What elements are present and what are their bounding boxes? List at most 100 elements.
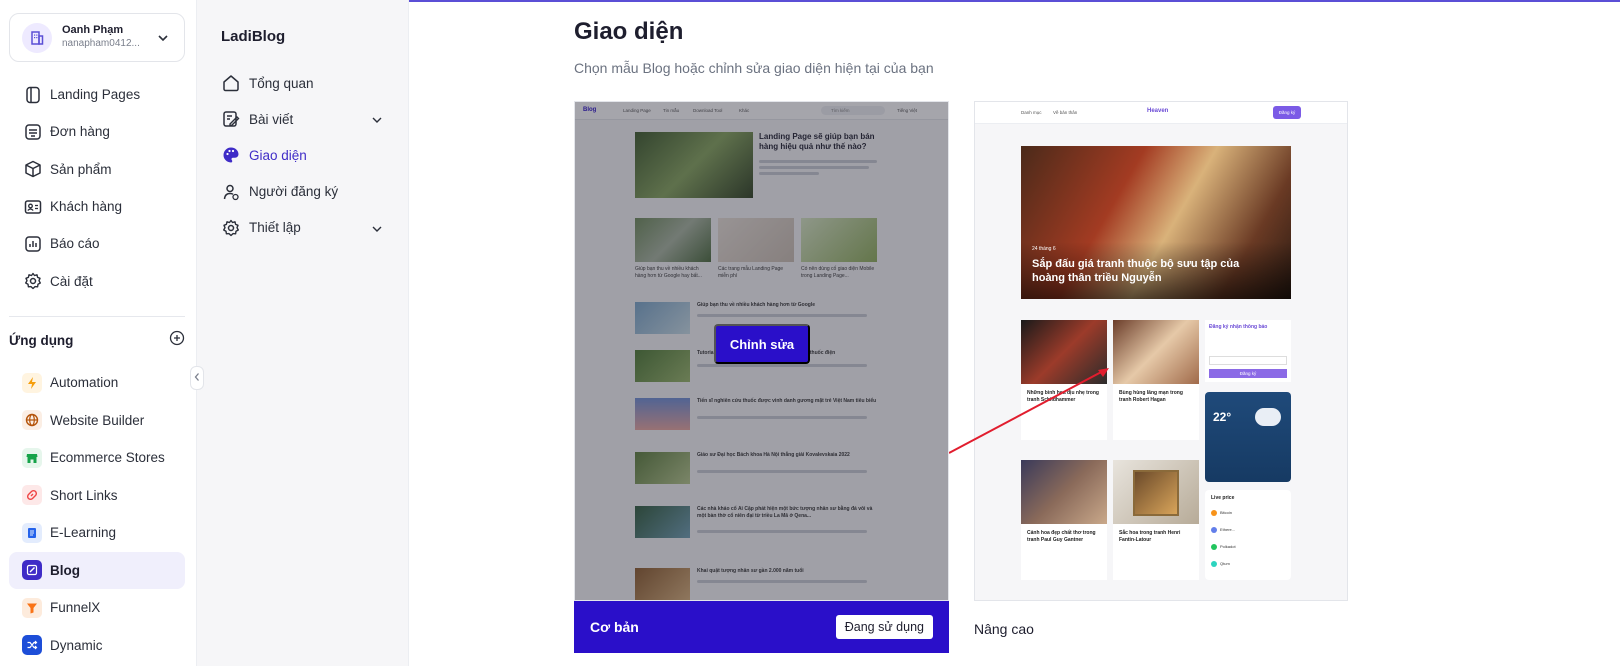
nav-item-landing-pages[interactable]: Landing Pages	[9, 76, 185, 113]
mock-brand: Heaven	[1147, 108, 1169, 114]
store-icon	[22, 447, 42, 468]
theme-page: Giao diện Chọn mẫu Blog hoặc chỉnh sửa g…	[409, 0, 1620, 666]
account-email: nanapham0412...	[62, 38, 140, 50]
app-label: Short Links	[50, 487, 118, 503]
theme-name: Cơ bản	[590, 619, 639, 635]
apps-heading: Ứng dụng	[9, 333, 74, 348]
collapse-sidebar-button[interactable]	[190, 366, 204, 390]
apps-header: Ứng dụng	[9, 330, 185, 351]
subnav-item-subscribers[interactable]: Người đăng ký	[221, 174, 391, 210]
theme-preview-basic[interactable]: Blog Landing Page Tin mẫu Download Tool …	[574, 101, 949, 601]
page-title: Giao diện	[574, 18, 684, 45]
funnel-icon	[22, 597, 42, 618]
user-subscribe-icon	[221, 182, 241, 202]
nav-label: Landing Pages	[50, 87, 141, 103]
mock-post-title: Cảnh hoa đẹp chất thơ trong tranh Paul G…	[1027, 530, 1096, 543]
blog-sidebar-title: LadiBlog	[221, 28, 286, 45]
order-icon	[22, 121, 44, 143]
nav-item-orders[interactable]: Đơn hàng	[9, 113, 185, 150]
app-item-e-learning[interactable]: E-Learning	[9, 514, 185, 552]
subnav-item-theme[interactable]: Giao diện	[221, 137, 391, 173]
mock-post-title: Sắc hoa trong tranh Henri Fantin-Latour	[1119, 530, 1181, 543]
nav-label: Cài đặt	[50, 273, 93, 289]
theme-name: Nâng cao	[974, 621, 1034, 637]
globe-icon	[22, 410, 42, 431]
mock-nav-item: Về bản thân	[1053, 110, 1078, 115]
mock-cta: Đăng ký	[1273, 106, 1301, 119]
chevron-down-icon[interactable]	[371, 113, 383, 131]
book-icon	[22, 522, 42, 543]
mock-hero-title: Sắp đấu giá tranh thuộc bộ sưu tập của h…	[1032, 258, 1240, 284]
palette-icon	[221, 145, 241, 165]
app-label: E-Learning	[50, 525, 117, 541]
add-app-icon[interactable]	[169, 330, 185, 351]
subnav-label: Thiết lập	[249, 220, 301, 236]
subnav-item-settings[interactable]: Thiết lập	[221, 210, 391, 246]
app-item-website-builder[interactable]: Website Builder	[9, 402, 185, 440]
nav-item-customers[interactable]: Khách hàng	[9, 188, 185, 225]
app-label: Website Builder	[50, 412, 145, 428]
chevron-left-icon	[193, 369, 201, 387]
main-nav: Landing Pages Đơn hàng Sản phẩm Khách hà…	[9, 76, 185, 300]
app-item-ecommerce-stores[interactable]: Ecommerce Stores	[9, 439, 185, 477]
app-label: Blog	[50, 562, 80, 578]
subnav-label: Người đăng ký	[249, 184, 339, 200]
page-subtitle: Chọn mẫu Blog hoặc chỉnh sửa giao diện h…	[574, 60, 934, 76]
nav-item-products[interactable]: Sản phẩm	[9, 151, 185, 188]
mock-live-price: Live price	[1211, 495, 1235, 501]
mock-nav-item: Danh mục	[1021, 110, 1042, 115]
nav-label: Khách hàng	[50, 199, 123, 215]
nav-item-reports[interactable]: Báo cáo	[9, 225, 185, 262]
box-icon	[22, 158, 44, 180]
nav-label: Đơn hàng	[50, 124, 110, 140]
theme-preview-advanced[interactable]: Danh mục Về bản thân Heaven Đăng ký 24 t…	[974, 101, 1348, 601]
shuffle-icon	[22, 635, 42, 656]
subnav-item-posts[interactable]: Bài viết	[221, 101, 391, 137]
app-sidebar: Oanh Phạm nanapham0412... Landing Pages …	[0, 0, 197, 666]
mock-post-title: Bùng hùng lãng mạn trong tranh Robert Ha…	[1119, 390, 1183, 403]
edit-note-icon	[221, 109, 241, 129]
app-item-funnelx[interactable]: FunnelX	[9, 589, 185, 627]
subnav-item-overview[interactable]: Tổng quan	[221, 65, 391, 101]
theme-card-basic[interactable]: Blog Landing Page Tin mẫu Download Tool …	[574, 101, 949, 653]
app-label: Automation	[50, 375, 119, 391]
blog-icon	[22, 560, 42, 581]
mock-coin: Ethere...	[1220, 527, 1236, 532]
in-use-badge: Đang sử dụng	[835, 615, 933, 639]
mock-coin: Polkadot	[1220, 544, 1236, 549]
app-label: FunnelX	[50, 600, 101, 616]
home-icon	[221, 73, 241, 93]
subnav-label: Bài viết	[249, 111, 294, 127]
nav-label: Báo cáo	[50, 236, 100, 252]
theme-card-footer: Cơ bản Đang sử dụng	[574, 601, 949, 653]
nav-label: Sản phẩm	[50, 161, 112, 177]
app-label: Dynamic	[50, 637, 103, 653]
subnav-label: Tổng quan	[249, 75, 314, 91]
edit-theme-button[interactable]: Chỉnh sửa	[714, 324, 810, 364]
mock-coin: Bitcoin	[1220, 510, 1233, 515]
chevron-down-icon[interactable]	[371, 222, 383, 240]
account-switcher[interactable]: Oanh Phạm nanapham0412...	[9, 13, 185, 62]
app-item-automation[interactable]: Automation	[9, 364, 185, 402]
app-item-short-links[interactable]: Short Links	[9, 477, 185, 515]
chevron-down-icon	[156, 31, 170, 50]
report-icon	[22, 233, 44, 255]
pages-icon	[22, 84, 44, 106]
bolt-icon	[22, 372, 42, 393]
app-item-blog[interactable]: Blog	[9, 551, 185, 589]
nav-item-settings[interactable]: Cài đặt	[9, 262, 185, 299]
mock-subscribe-title: Đăng ký nhận thông báo	[1209, 324, 1268, 330]
blog-sidebar: LadiBlog Tổng quan Bài viết Giao diện Ng…	[197, 0, 409, 666]
annotation-arrow	[949, 368, 1109, 454]
mock-hero-date: 24 tháng 6	[1032, 246, 1056, 252]
divider	[9, 316, 185, 317]
app-item-dynamic[interactable]: Dynamic	[9, 627, 185, 665]
mock-subscribe-btn: Đăng ký	[1209, 369, 1287, 378]
mock-weather-temp: 22°	[1213, 410, 1232, 424]
apps-list: Automation Website Builder Ecommerce Sto…	[9, 364, 185, 664]
building-icon	[22, 22, 52, 53]
gear-icon	[22, 270, 44, 292]
mock-coin: Qtum	[1220, 561, 1230, 566]
app-label: Ecommerce Stores	[50, 450, 165, 466]
subnav-label: Giao diện	[249, 147, 307, 163]
